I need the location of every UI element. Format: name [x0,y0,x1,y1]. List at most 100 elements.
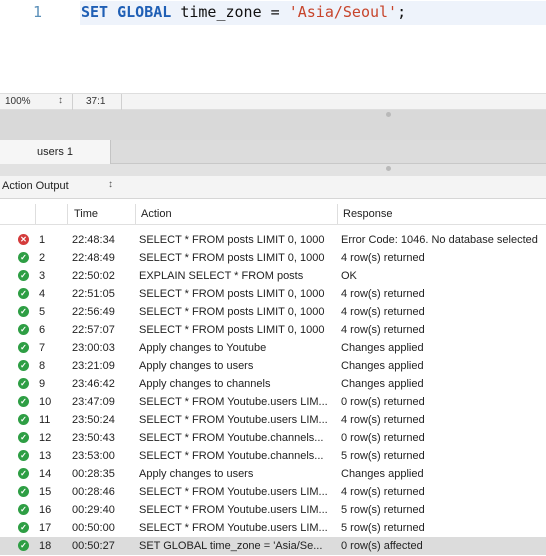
row-response: Changes applied [341,378,424,390]
check-circle-icon: ✓ [18,324,29,335]
row-time: 23:00:03 [72,342,115,354]
table-row[interactable]: ✓ 10 23:47:09 SELECT * FROM Youtube.users L… [0,393,546,411]
row-time: 23:46:42 [72,378,115,390]
column-divider[interactable] [135,204,136,224]
status-divider [72,94,73,110]
row-response: 4 row(s) returned [341,324,425,336]
row-action: SELECT * FROM Youtube.users LIM... [139,522,328,534]
row-action: SET GLOBAL time_zone = 'Asia/Se... [139,540,323,552]
column-header-response[interactable]: Response [343,208,393,220]
output-type-select[interactable]: Action Output [2,180,69,192]
table-row[interactable]: ✓ 8 23:21:09 Apply changes to users Changes … [0,357,546,375]
check-circle-icon: ✓ [18,288,29,299]
row-time: 23:50:24 [72,414,115,426]
table-row[interactable]: ✓ 17 00:50:00 SELECT * FROM Youtube.users L… [0,519,546,537]
column-header-action[interactable]: Action [141,208,172,220]
row-time: 00:28:46 [72,486,115,498]
keyword-set: SET [81,3,109,21]
row-response: 5 row(s) returned [341,504,425,516]
check-circle-icon: ✓ [18,396,29,407]
code-line[interactable]: SET GLOBAL time_zone = 'Asia/Seoul'; [81,3,406,21]
row-action: SELECT * FROM posts LIMIT 0, 1000 [139,288,325,300]
row-time: 23:50:43 [72,432,115,444]
row-response: Error Code: 1046. No database selected [341,234,538,246]
table-row[interactable]: ✓ 13 23:53:00 SELECT * FROM Youtube.channel… [0,447,546,465]
row-action: SELECT * FROM Youtube.channels... [139,450,324,462]
row-number: 8 [39,360,46,372]
row-response: 0 row(s) returned [341,396,425,408]
row-response: 0 row(s) returned [341,432,425,444]
result-tab-bar: users 1 [0,140,546,164]
splitter-grip-icon[interactable] [386,166,391,171]
row-time: 22:57:07 [72,324,115,336]
row-response: 5 row(s) returned [341,450,425,462]
check-circle-icon: ✓ [18,342,29,353]
output-header: Action Output ↕ [0,176,546,199]
row-number: 5 [39,306,46,318]
row-response: 4 row(s) returned [341,288,425,300]
row-time: 22:51:05 [72,288,115,300]
row-response: 4 row(s) returned [341,252,425,264]
row-action: SELECT * FROM posts LIMIT 0, 1000 [139,252,325,264]
check-circle-icon: ✓ [18,306,29,317]
pane-splitter[interactable] [0,110,546,140]
cursor-position: 37:1 [86,96,106,107]
table-row[interactable]: ✓ 18 00:50:27 SET GLOBAL time_zone = 'Asia/… [0,537,546,555]
code-terminator: ; [397,3,407,21]
row-number: 11 [39,414,51,426]
column-header-time[interactable]: Time [74,208,98,220]
row-number: 4 [39,288,46,300]
row-action: SELECT * FROM posts LIMIT 0, 1000 [139,306,325,318]
row-time: 23:47:09 [72,396,115,408]
row-number: 1 [39,234,46,246]
table-row[interactable]: ✓ 3 22:50:02 EXPLAIN SELECT * FROM posts OK [0,267,546,285]
splitter-grip-icon[interactable] [386,112,391,117]
row-action: SELECT * FROM Youtube.users LIM... [139,414,328,426]
row-time: 22:56:49 [72,306,115,318]
row-response: 4 row(s) returned [341,306,425,318]
row-number: 9 [39,378,46,390]
row-response: Changes applied [341,342,424,354]
zoom-level[interactable]: 100% [5,96,31,107]
column-divider[interactable] [35,204,36,224]
table-row[interactable]: ✓ 11 23:50:24 SELECT * FROM Youtube.users L… [0,411,546,429]
table-row[interactable]: ✓ 14 00:28:35 Apply changes to users Changes… [0,465,546,483]
table-row[interactable]: ✓ 2 22:48:49 SELECT * FROM posts LIMIT 0, 1… [0,249,546,267]
row-number: 13 [39,450,52,462]
table-row[interactable]: ✓ 5 22:56:49 SELECT * FROM posts LIMIT 0, 1… [0,303,546,321]
table-row[interactable]: ✓ 12 23:50:43 SELECT * FROM Youtube.channel… [0,429,546,447]
table-row[interactable]: ✕ 1 22:48:34 SELECT * FROM posts LIMIT 0, 1… [0,231,546,249]
sql-editor[interactable]: 1 SET GLOBAL time_zone = 'Asia/Seoul'; [0,0,546,93]
column-divider[interactable] [67,204,68,224]
tab-users-1[interactable]: users 1 [0,140,111,164]
row-time: 22:50:02 [72,270,115,282]
row-time: 23:21:09 [72,360,115,372]
row-response: 5 row(s) returned [341,522,425,534]
table-row[interactable]: ✓ 7 23:00:03 Apply changes to Youtube Change… [0,339,546,357]
row-response: 4 row(s) returned [341,486,425,498]
editor-status-bar: 100% ↕ 37:1 [0,93,546,110]
row-action: SELECT * FROM Youtube.users LIM... [139,486,328,498]
table-row[interactable]: ✓ 6 22:57:07 SELECT * FROM posts LIMIT 0, 1… [0,321,546,339]
column-divider[interactable] [337,204,338,224]
row-action: SELECT * FROM posts LIMIT 0, 1000 [139,324,325,336]
string-literal: 'Asia/Seoul' [288,3,398,21]
row-number: 15 [39,486,52,498]
row-time: 00:29:40 [72,504,115,516]
table-row[interactable]: ✓ 9 23:46:42 Apply changes to channels Chang… [0,375,546,393]
row-number: 7 [39,342,46,354]
status-divider [121,94,122,110]
zoom-stepper-icon[interactable]: ↕ [58,95,63,107]
select-arrows-icon[interactable]: ↕ [108,179,113,190]
table-row[interactable]: ✓ 4 22:51:05 SELECT * FROM posts LIMIT 0, 1… [0,285,546,303]
table-row[interactable]: ✓ 15 00:28:46 SELECT * FROM Youtube.users L… [0,483,546,501]
output-splitter[interactable] [0,164,546,176]
line-number: 1 [33,3,43,21]
check-circle-icon: ✓ [18,378,29,389]
row-time: 00:50:00 [72,522,115,534]
check-circle-icon: ✓ [18,414,29,425]
row-number: 14 [39,468,52,480]
row-time: 23:53:00 [72,450,115,462]
table-row[interactable]: ✓ 16 00:29:40 SELECT * FROM Youtube.users L… [0,501,546,519]
row-time: 22:48:49 [72,252,115,264]
